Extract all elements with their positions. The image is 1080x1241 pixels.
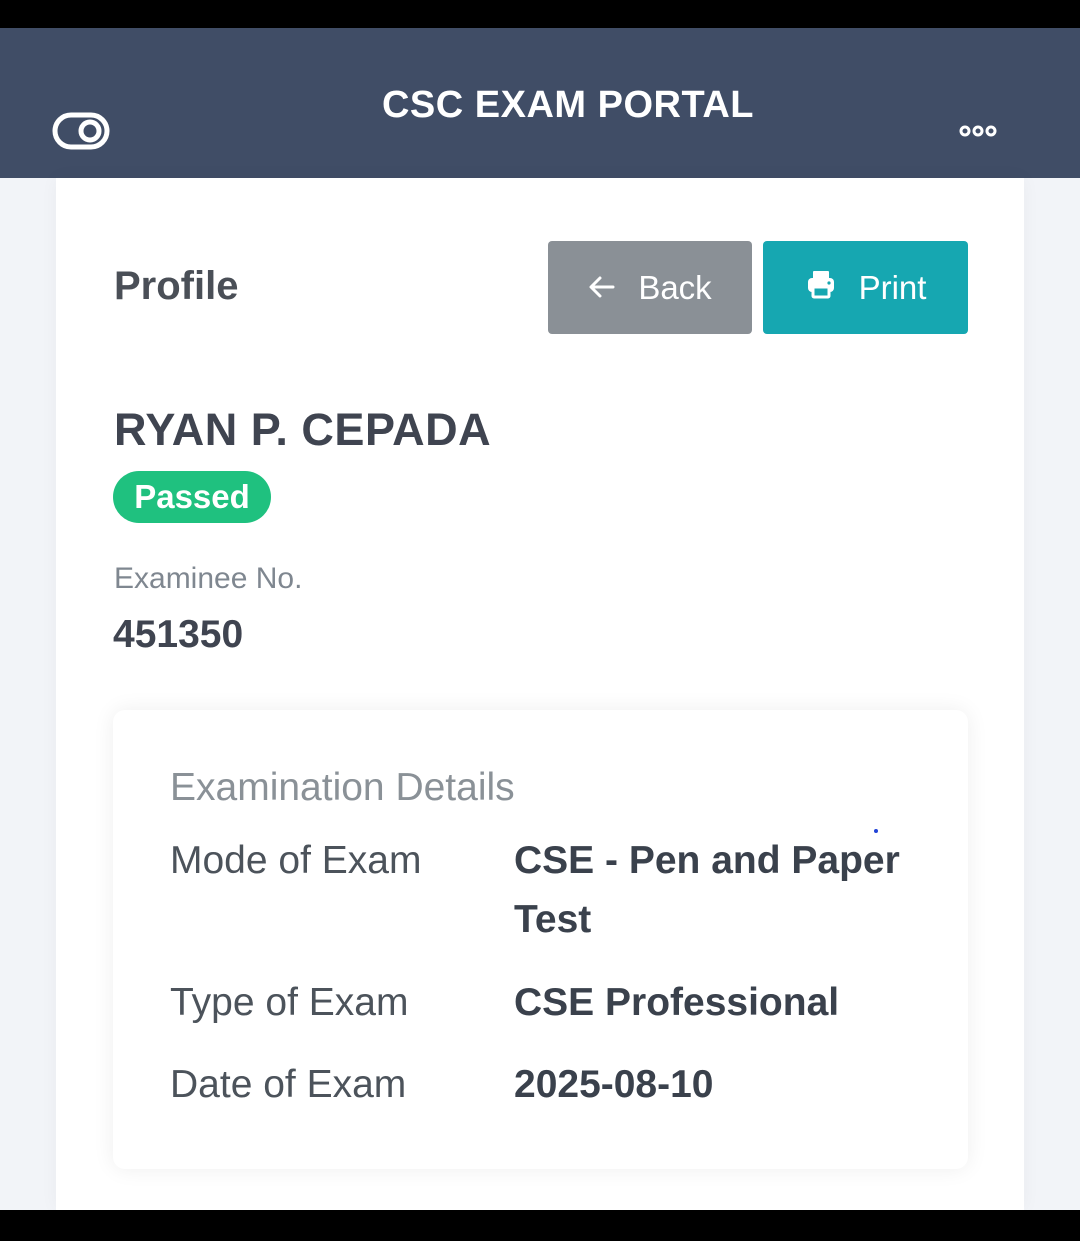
examinee-number-value: 451350 xyxy=(113,613,244,656)
back-button[interactable]: Back xyxy=(548,241,752,334)
page-title: Profile xyxy=(114,264,239,308)
examination-details-title: Examination Details xyxy=(170,766,515,809)
app-header: CSC EXAM PORTAL xyxy=(0,28,1080,178)
app-title: CSC EXAM PORTAL xyxy=(381,84,755,126)
cursor-dot xyxy=(874,829,878,833)
more-options-icon[interactable] xyxy=(958,122,998,140)
arrow-left-icon xyxy=(588,269,616,307)
examinee-number-label: Examinee No. xyxy=(114,562,303,595)
print-button[interactable]: Print xyxy=(763,241,968,334)
type-of-exam-label: Type of Exam xyxy=(170,981,409,1024)
print-button-label: Print xyxy=(858,268,927,306)
status-bar xyxy=(0,0,1080,28)
date-of-exam-label: Date of Exam xyxy=(170,1063,407,1106)
mode-of-exam-value: CSE - Pen and Paper Test xyxy=(514,839,900,941)
examinee-name: RYAN P. CEPADA xyxy=(114,404,492,455)
date-of-exam-value: 2025-08-10 xyxy=(514,1063,714,1106)
navigation-bar xyxy=(0,1210,1080,1241)
type-of-exam-value: CSE Professional xyxy=(514,981,840,1024)
printer-icon xyxy=(805,268,837,308)
mode-of-exam-label: Mode of Exam xyxy=(170,839,422,882)
status-badge: Passed xyxy=(113,471,271,523)
back-button-label: Back xyxy=(638,268,712,306)
